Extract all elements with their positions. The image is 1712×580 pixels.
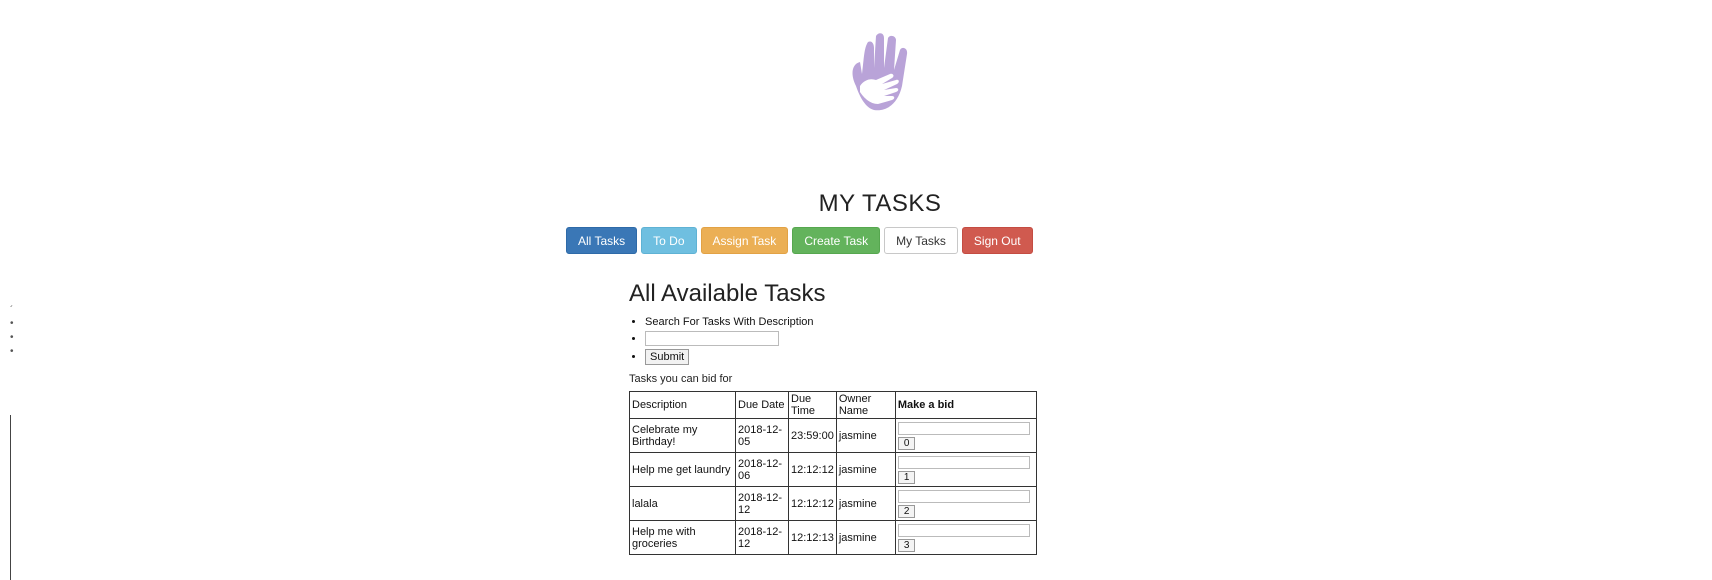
clipped-bullet: •: [10, 346, 14, 357]
page-title-text: MY TASKS: [818, 190, 942, 217]
search-submit-item: Submit: [645, 349, 1049, 365]
create-task-button[interactable]: Create Task: [792, 227, 881, 254]
cell-due-date: 2018-12-12: [735, 486, 789, 521]
cell-due-date: 2018-12-06: [735, 452, 789, 487]
bid-button[interactable]: 1: [897, 470, 916, 484]
bid-input[interactable]: [897, 523, 1030, 537]
bid-input[interactable]: [897, 489, 1030, 503]
cell-owner: jasmine: [835, 418, 896, 453]
bid-input[interactable]: [897, 455, 1030, 469]
cell-owner: jasmine: [835, 486, 896, 521]
column-header-make-a-bid: Make a bid: [894, 391, 1037, 419]
search-input-item: [645, 331, 1049, 346]
tasks-subheading: Tasks you can bid for: [629, 373, 733, 385]
clipped-border: [10, 415, 11, 580]
all-tasks-button[interactable]: All Tasks: [566, 227, 638, 254]
bid-button[interactable]: 0: [897, 436, 916, 450]
cell-due-date: 2018-12-12: [735, 520, 789, 555]
table-row: lalala 2018-12-12 12:12:12 jasmine 2: [629, 486, 1037, 521]
clipped-left-content: ´ • • •: [0, 305, 14, 580]
page-title: MY TASKS: [0, 190, 1712, 218]
table-row: Help me with groceries 2018-12-12 12:12:…: [629, 520, 1037, 555]
cell-description: Help me with groceries: [629, 520, 736, 555]
cell-bid: 0: [894, 418, 1037, 453]
table-header-row: Description Due Date Due Time Owner Name…: [629, 391, 1037, 419]
column-header-due-date: Due Date: [735, 391, 789, 419]
clipped-bullet: •: [10, 332, 14, 343]
hands-logo-icon: [852, 33, 908, 111]
cell-due-time: 12:12:12: [788, 486, 837, 521]
cell-bid: 2: [894, 486, 1037, 521]
sign-out-button[interactable]: Sign Out: [961, 227, 1033, 254]
cell-owner: jasmine: [835, 520, 896, 555]
to-do-button[interactable]: To Do: [641, 227, 697, 254]
column-header-due-time: Due Time: [788, 391, 837, 419]
main-nav: All Tasks To Do Assign Task Create Task …: [566, 227, 1033, 254]
cell-due-time: 12:12:12: [788, 452, 837, 487]
tasks-table: Description Due Date Due Time Owner Name…: [629, 391, 1037, 555]
clipped-glyph: ´: [10, 305, 14, 316]
bid-button[interactable]: 2: [897, 504, 916, 518]
submit-button[interactable]: Submit: [645, 349, 690, 365]
cell-description: Help me get laundry: [629, 452, 736, 487]
search-form: Search For Tasks With Description Submit: [629, 316, 1049, 365]
bid-button[interactable]: 3: [897, 538, 916, 552]
main-content: All Available Tasks Search For Tasks Wit…: [629, 280, 1049, 555]
cell-due-time: 23:59:00: [788, 418, 837, 453]
page: ´ • • • MY TASKS All Tasks To Do Assign …: [0, 0, 1712, 580]
cell-description: Celebrate my Birthday!: [629, 418, 736, 453]
cell-bid: 3: [894, 520, 1037, 555]
cell-owner: jasmine: [835, 452, 896, 487]
section-heading: All Available Tasks: [629, 280, 826, 307]
my-tasks-button[interactable]: My Tasks: [884, 227, 958, 254]
search-input[interactable]: [645, 331, 779, 346]
column-header-owner-name: Owner Name: [835, 391, 896, 419]
table-row: Help me get laundry 2018-12-06 12:12:12 …: [629, 452, 1037, 487]
search-label: Search For Tasks With Description: [645, 316, 1049, 328]
assign-task-button[interactable]: Assign Task: [700, 227, 789, 254]
cell-description: lalala: [629, 486, 736, 521]
table-row: Celebrate my Birthday! 2018-12-05 23:59:…: [629, 418, 1037, 453]
clipped-bullet: •: [10, 318, 14, 329]
cell-due-date: 2018-12-05: [735, 418, 789, 453]
cell-bid: 1: [894, 452, 1037, 487]
cell-due-time: 12:12:13: [788, 520, 837, 555]
bid-input[interactable]: [897, 421, 1030, 435]
column-header-description: Description: [629, 391, 736, 419]
